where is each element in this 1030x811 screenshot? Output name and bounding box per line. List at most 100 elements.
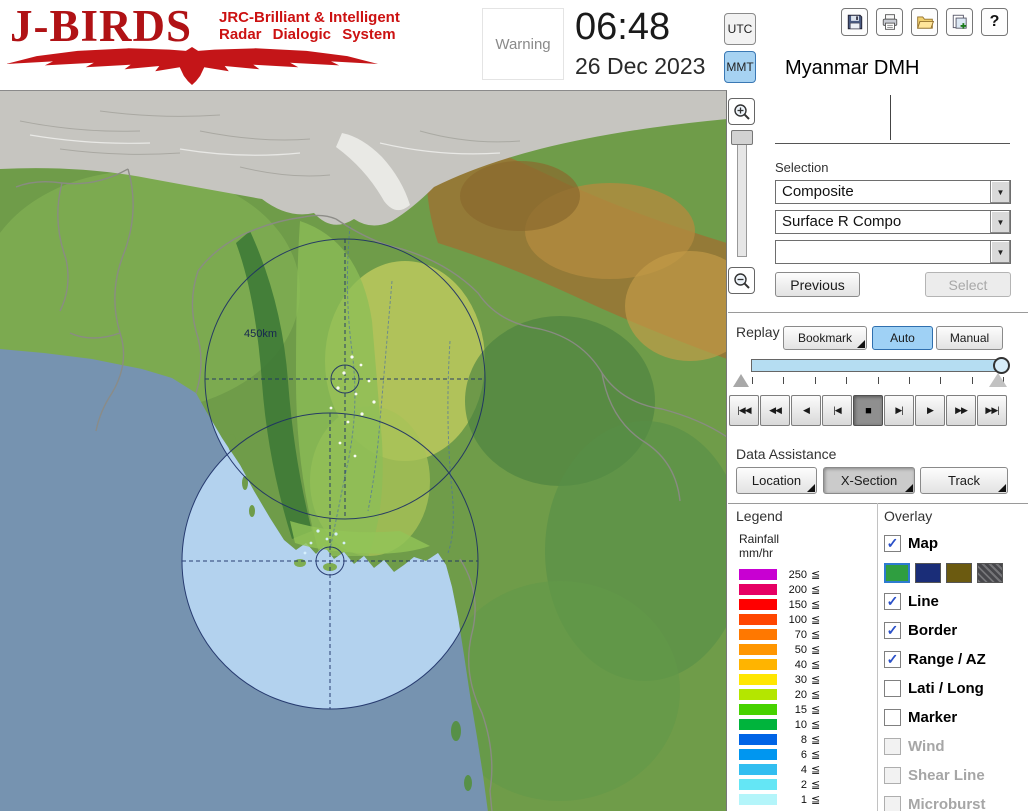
- site-name: Myanmar DMH: [785, 57, 920, 79]
- dropdown-value: Composite: [782, 183, 854, 200]
- map-style-swatch-1[interactable]: [884, 562, 910, 583]
- zoom-in-button[interactable]: [728, 98, 755, 125]
- manual-button[interactable]: Manual: [936, 326, 1003, 350]
- unchecked-checkbox[interactable]: [884, 680, 901, 697]
- playback-stop-button[interactable]: ■: [853, 395, 883, 426]
- checked-checkbox[interactable]: ✓: [884, 651, 901, 668]
- legend-color-swatch: [739, 674, 777, 685]
- less-equal-symbol: ≦: [811, 629, 821, 641]
- dropdown-arrow-icon[interactable]: ▼: [990, 241, 1010, 263]
- map-style-swatch-4[interactable]: [977, 562, 1003, 583]
- selection-dropdown-2[interactable]: Surface R Compo ▼: [775, 210, 1011, 234]
- checked-checkbox[interactable]: ✓: [884, 593, 901, 610]
- legend-value: 1: [800, 793, 807, 806]
- folder-icon: [916, 16, 934, 29]
- print-button[interactable]: [876, 8, 903, 36]
- legend-value: 150: [788, 598, 807, 611]
- playback-step-forward-button[interactable]: ▶: [915, 395, 945, 426]
- overlay-label-text: Border: [908, 622, 958, 639]
- dropdown-value: [776, 241, 990, 263]
- checked-checkbox[interactable]: ✓: [884, 622, 901, 639]
- save-button[interactable]: [841, 8, 868, 36]
- overlay-item-map[interactable]: ✓ Map: [884, 529, 1028, 558]
- unchecked-checkbox[interactable]: [884, 767, 901, 784]
- zoom-slider-thumb[interactable]: [731, 130, 753, 145]
- map-style-swatch-3[interactable]: [946, 562, 972, 583]
- less-equal-symbol: ≦: [811, 779, 821, 791]
- checked-checkbox[interactable]: ✓: [884, 535, 901, 552]
- overlay-item-wind: Wind: [884, 732, 1028, 761]
- timeline-track[interactable]: [751, 359, 1007, 372]
- less-equal-symbol: ≦: [811, 644, 821, 656]
- selection-dropdown-3[interactable]: ▼: [775, 240, 1011, 264]
- auto-button[interactable]: Auto: [872, 326, 933, 350]
- legend-value: 30: [794, 673, 807, 686]
- location-button[interactable]: Location: [736, 467, 817, 494]
- select-button[interactable]: Select: [925, 272, 1011, 297]
- less-equal-symbol: ≦: [811, 584, 821, 596]
- playback-first-button[interactable]: |◀◀: [729, 395, 759, 426]
- overlay-item-lati-long[interactable]: Lati / Long: [884, 674, 1028, 703]
- zoom-slider[interactable]: [731, 130, 753, 257]
- magnifier-minus-icon: [733, 272, 750, 289]
- playback-last-button[interactable]: ▶▶|: [977, 395, 1007, 426]
- overlay-item-border[interactable]: ✓ Border: [884, 616, 1028, 645]
- legend-value: 10: [794, 718, 807, 731]
- playback-fast-forward-button[interactable]: ▶▶: [946, 395, 976, 426]
- export-image-button[interactable]: [946, 8, 973, 36]
- overlay-section-label: Overlay: [884, 508, 933, 524]
- range-ring-label: 450km: [244, 328, 277, 340]
- track-button[interactable]: Track: [920, 467, 1008, 494]
- timezone-mmt-button[interactable]: MMT: [724, 51, 756, 83]
- overlay-item-shear-line: Shear Line: [884, 761, 1028, 790]
- zoom-slider-track[interactable]: [737, 130, 747, 257]
- overlay-label-text: Lati / Long: [908, 680, 984, 697]
- unchecked-checkbox[interactable]: [884, 796, 901, 811]
- zoom-out-button[interactable]: [728, 267, 755, 294]
- less-equal-symbol: ≦: [811, 674, 821, 686]
- header-bar: J-BIRDS JRC-Brilliant & Intelligent Rada…: [0, 0, 1030, 90]
- timeline-tick: [971, 377, 973, 384]
- dropdown-arrow-icon[interactable]: ▼: [990, 211, 1010, 233]
- selection-dropdown-1[interactable]: Composite ▼: [775, 180, 1011, 204]
- legend-value: 200: [788, 583, 807, 596]
- overlay-label-text: Marker: [908, 709, 958, 726]
- unchecked-checkbox[interactable]: [884, 709, 901, 726]
- warning-indicator[interactable]: Warning: [482, 8, 564, 80]
- radar-map[interactable]: 450km: [0, 91, 727, 811]
- playback-next-frame-button[interactable]: ▶|: [884, 395, 914, 426]
- overlay-label-text: Shear Line: [908, 767, 985, 784]
- map-style-swatch-2[interactable]: [915, 562, 941, 583]
- less-equal-symbol: ≦: [811, 689, 821, 701]
- dropdown-value: Surface R Compo: [782, 213, 902, 230]
- previous-button[interactable]: Previous: [775, 272, 860, 297]
- info-cursor: [890, 95, 891, 140]
- legend-section-label: Legend: [736, 508, 783, 524]
- playback-prev-frame-button[interactable]: |◀: [822, 395, 852, 426]
- playback-rewind-button[interactable]: ◀◀: [760, 395, 790, 426]
- overlay-label-text: Map: [908, 535, 938, 552]
- legend-row: 100 ≦: [739, 612, 820, 627]
- less-equal-symbol: ≦: [811, 734, 821, 746]
- legend-row: 10 ≦: [739, 717, 820, 732]
- open-file-button[interactable]: [911, 8, 938, 36]
- map-viewport[interactable]: 450km: [0, 90, 727, 811]
- dropdown-arrow-icon[interactable]: ▼: [990, 181, 1010, 203]
- unchecked-checkbox[interactable]: [884, 738, 901, 755]
- playback-step-back-button[interactable]: ◀: [791, 395, 821, 426]
- timeline-tick: [814, 377, 816, 384]
- help-button[interactable]: ?: [981, 8, 1008, 36]
- overlay-item-marker[interactable]: Marker: [884, 703, 1028, 732]
- timeline-tick: [940, 377, 942, 384]
- timeline-position-handle[interactable]: [989, 373, 1007, 387]
- overlay-item-range-az[interactable]: ✓ Range / AZ: [884, 645, 1028, 674]
- overlay-item-line[interactable]: ✓ Line: [884, 587, 1028, 616]
- x-section-button[interactable]: X-Section: [823, 467, 915, 494]
- divider: [728, 312, 1028, 313]
- timeline-knob[interactable]: [993, 357, 1010, 374]
- bookmark-button[interactable]: Bookmark: [783, 326, 867, 350]
- legend-row: 30 ≦: [739, 672, 820, 687]
- timeline-tick: [877, 377, 879, 384]
- legend-row: 1 ≦: [739, 792, 820, 807]
- timezone-utc-button[interactable]: UTC: [724, 13, 756, 45]
